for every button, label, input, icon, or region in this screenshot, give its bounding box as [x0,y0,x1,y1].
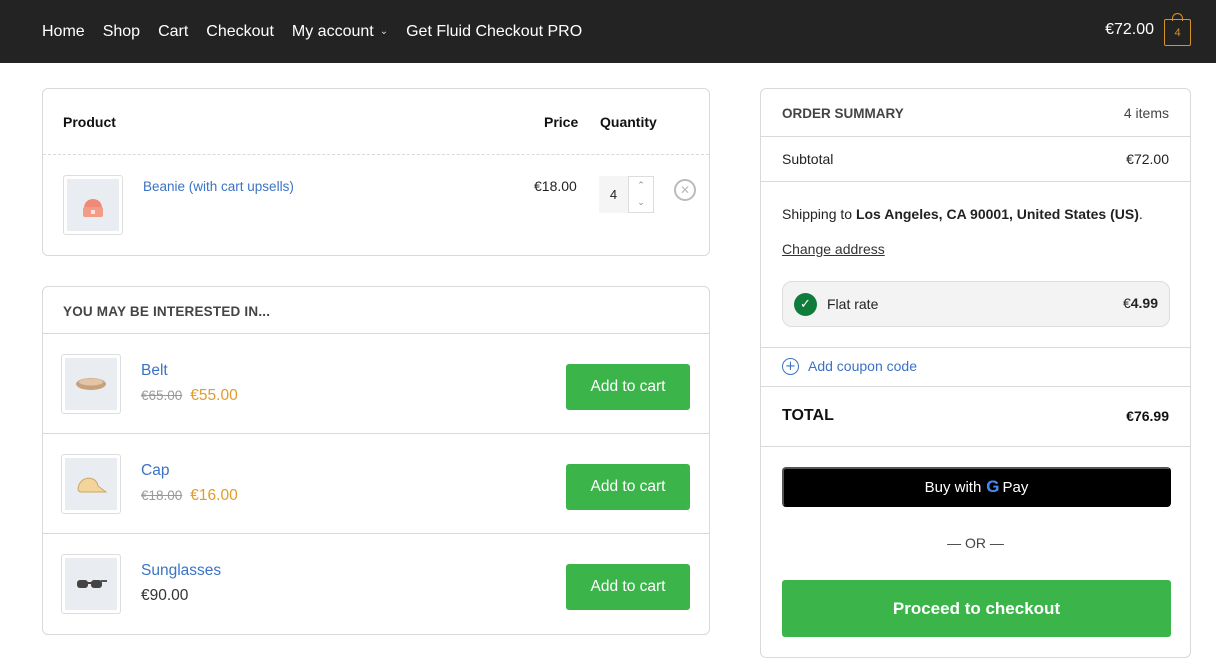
quantity-arrows: ⌃ ⌄ [628,176,654,213]
summary-title: ORDER SUMMARY [782,106,904,121]
nav-shop-label: Shop [102,22,141,40]
nav-my-account[interactable]: My account ⌄ [292,23,388,41]
upsell-title: YOU MAY BE INTERESTED IN... [43,287,709,334]
nav-cart[interactable]: Cart [158,23,188,41]
header-cart-total[interactable]: €72.00 [1105,21,1154,39]
shipping-destination: Shipping to Los Angeles, CA 90001, Unite… [782,206,1143,222]
gpay-prefix: Buy with [924,478,982,496]
add-to-cart-button[interactable]: Add to cart [566,364,690,410]
cart-item-name-link[interactable]: Beanie (with cart upsells) [143,179,294,194]
nav-checkout[interactable]: Checkout [206,23,274,41]
add-coupon-link[interactable]: Add coupon code [808,358,917,374]
shipping-section: Shipping to Los Angeles, CA 90001, Unite… [761,182,1190,348]
add-to-cart-button[interactable]: Add to cart [566,564,690,610]
header-price: Price [544,114,579,130]
nav-home[interactable]: Home [42,23,85,41]
belt-thumbnail[interactable] [61,354,121,414]
upsell-name-link[interactable]: Sunglasses [141,562,221,580]
google-pay-button[interactable]: Buy with G Pay [782,467,1171,507]
nav-my-account-label: My account [291,22,374,40]
chevron-up-icon[interactable]: ⌃ [637,181,645,191]
remove-item-icon[interactable]: ✕ [674,179,696,201]
quantity-stepper[interactable]: 4 ⌃ ⌄ [599,176,655,213]
sunglasses-thumbnail[interactable] [61,554,121,614]
gpay-suffix: Pay [1002,478,1029,496]
cap-thumbnail[interactable] [61,454,121,514]
cart-count-badge: 4 [1174,26,1181,39]
coupon-row[interactable]: + Add coupon code [761,348,1190,387]
upsell-item-sunglasses: Sunglasses €90.00 Add to cart [43,534,709,634]
main-nav: Home Shop Cart Checkout My account ⌄ Get … [42,0,600,63]
nav-get-pro[interactable]: Get Fluid Checkout PRO [406,23,582,41]
shopping-bag-icon[interactable]: 4 [1164,13,1191,46]
upsell-prices: €65.00 €55.00 [141,387,238,405]
header-quantity: Quantity [600,114,657,130]
upsell-sale-price: €16.00 [190,487,238,504]
total-row: TOTAL €76.99 [761,387,1190,447]
upsell-item-cap: Cap €18.00 €16.00 Add to cart [43,434,709,534]
upsell-section: YOU MAY BE INTERESTED IN... Belt €65.00 €… [42,286,710,635]
site-header: Home Shop Cart Checkout My account ⌄ Get … [0,0,1216,63]
add-to-cart-button[interactable]: Add to cart [566,464,690,510]
beanie-thumbnail[interactable] [63,175,123,235]
nav-get-pro-label: Get Fluid Checkout PRO [406,22,583,40]
check-icon: ✓ [794,293,817,316]
chevron-down-icon: ⌄ [379,26,389,37]
quantity-input[interactable]: 4 [599,176,628,213]
shipping-method-option[interactable]: ✓ Flat rate €4.99 [782,281,1170,327]
total-label: TOTAL [782,407,834,424]
upsell-name-link[interactable]: Cap [141,462,169,480]
cart-item-row: Beanie (with cart upsells) €18.00 4 ⌃ ⌄ … [43,155,709,255]
upsell-prices: €90.00 [141,587,188,605]
chevron-down-icon[interactable]: ⌄ [637,198,645,208]
beanie-image-icon [67,179,119,231]
belt-image-icon [65,358,117,410]
upsell-sale-price: €55.00 [190,387,238,404]
cap-image-icon [65,458,117,510]
order-summary: ORDER SUMMARY 4 items Subtotal €72.00 Sh… [760,88,1191,658]
nav-checkout-label: Checkout [206,22,274,40]
shipping-currency: € [1122,295,1131,311]
proceed-to-checkout-button[interactable]: Proceed to checkout [782,580,1171,637]
upsell-old-price: €65.00 [141,388,183,403]
change-address-link[interactable]: Change address [782,241,885,257]
upsell-prices: €18.00 €16.00 [141,487,238,505]
shipping-prefix: Shipping to [782,206,856,222]
upsell-item-belt: Belt €65.00 €55.00 Add to cart [43,334,709,434]
nav-home-label: Home [42,22,85,40]
header-product: Product [63,114,116,130]
subtotal-label: Subtotal [782,151,834,167]
cart-item-price: €18.00 [534,178,577,194]
shipping-address: Los Angeles, CA 90001, United States (US… [855,206,1139,222]
shipping-method-label: Flat rate [827,296,879,312]
or-divider: — OR — [947,535,1004,551]
nav-shop[interactable]: Shop [103,23,140,41]
shipping-method-cost: €4.99 [1123,295,1158,311]
subtotal-value: €72.00 [1126,151,1169,167]
shipping-cost: 4.99 [1130,295,1158,311]
upsell-old-price: €18.00 [141,488,183,503]
total-value: €76.99 [1126,408,1169,424]
summary-header: ORDER SUMMARY 4 items [761,89,1190,137]
google-g-icon: G [986,477,1000,496]
cart-table-header: Product Price Quantity [43,89,709,155]
subtotal-row: Subtotal €72.00 [761,137,1190,182]
nav-cart-label: Cart [158,22,189,40]
shipping-suffix: . [1138,206,1143,222]
plus-circle-icon: + [782,358,799,375]
cart-items-table: Product Price Quantity Beanie (with cart… [42,88,710,256]
summary-item-count: 4 items [1123,105,1169,121]
upsell-name-link[interactable]: Belt [141,362,168,380]
upsell-price: €90.00 [141,587,189,604]
sunglasses-image-icon [65,558,117,610]
